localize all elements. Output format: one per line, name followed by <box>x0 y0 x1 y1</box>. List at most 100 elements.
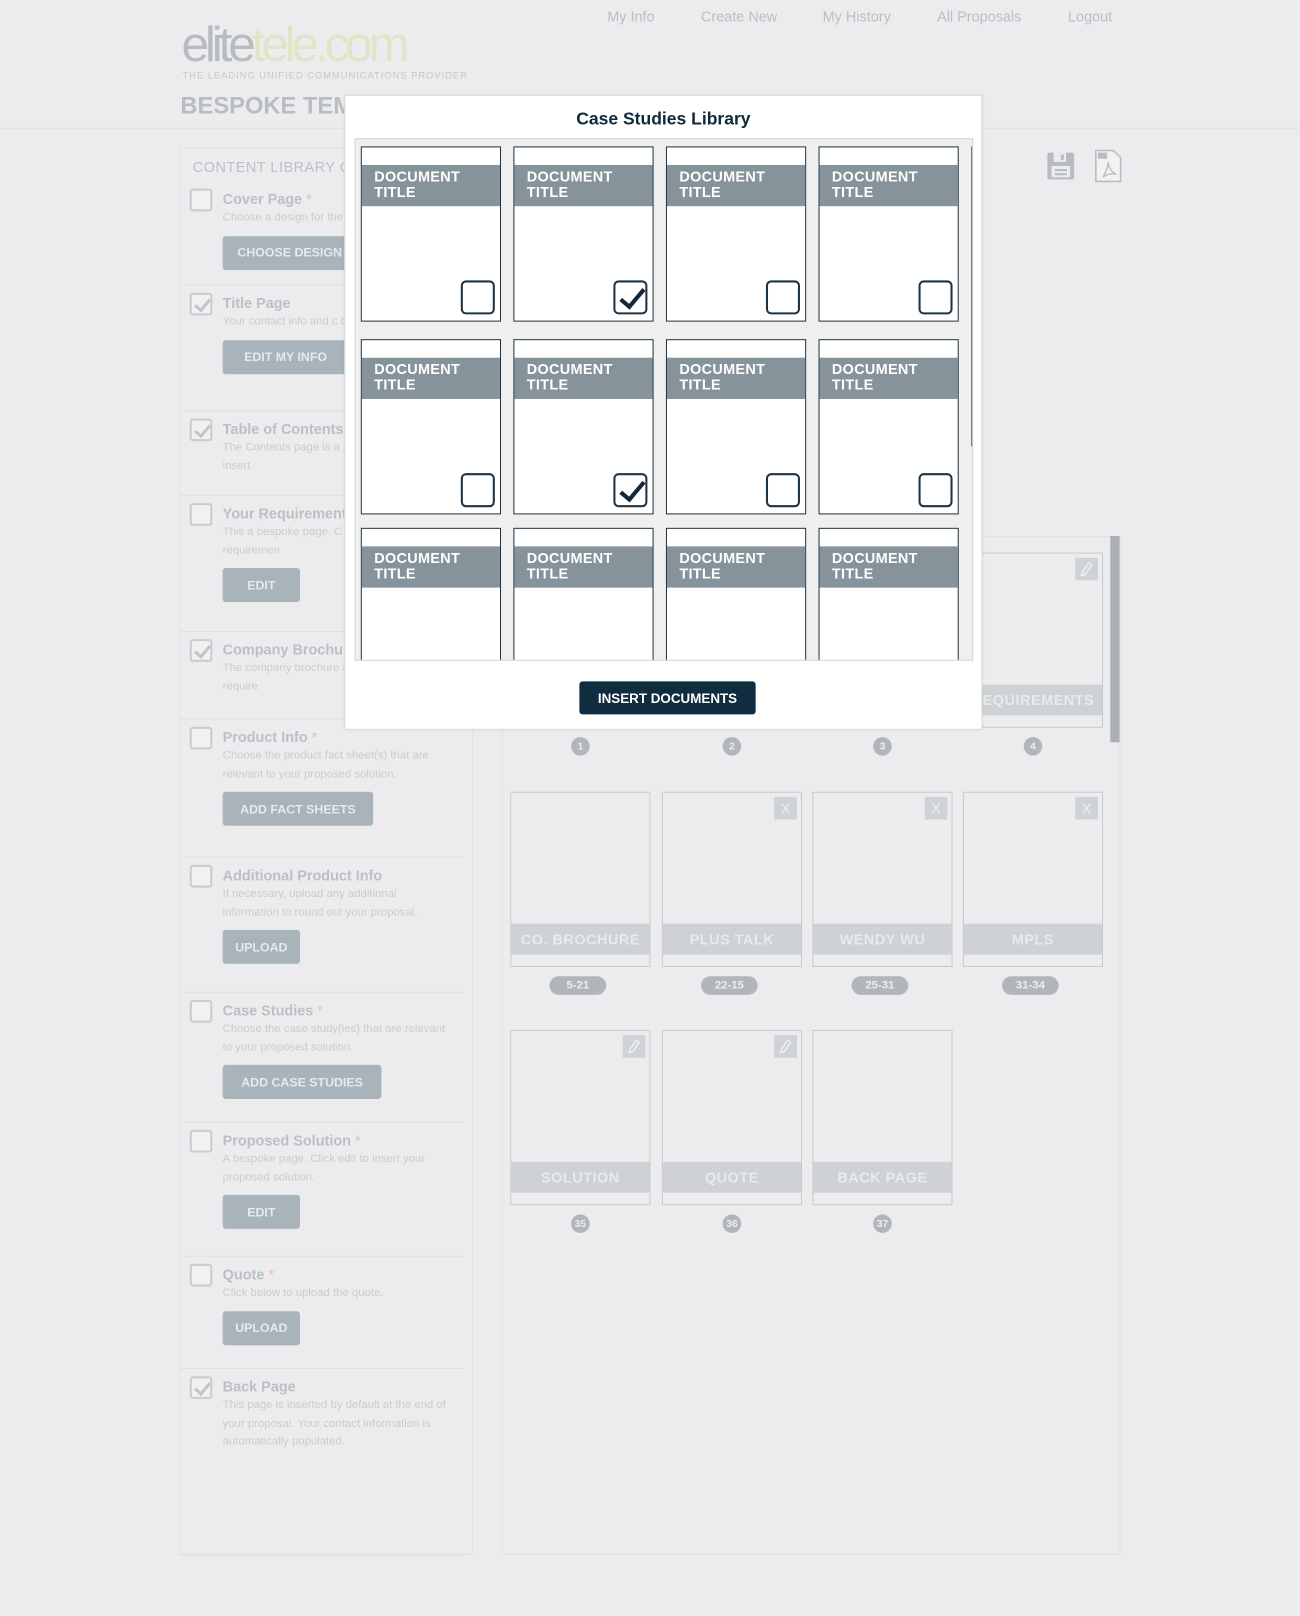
document-checkbox[interactable] <box>460 473 495 508</box>
section-title: Back Page <box>223 1378 296 1394</box>
modal-title: Case Studies Library <box>576 109 751 129</box>
page: My Info Create New My History All Propos… <box>0 0 1300 1616</box>
page-thumbnail[interactable]: BACK PAGE <box>812 1029 953 1206</box>
document-card[interactable]: DOCUMENT TITLE <box>360 146 502 322</box>
section-checkbox[interactable] <box>189 999 213 1023</box>
section-button[interactable]: EDIT MY INFO <box>222 339 349 374</box>
document-checkbox[interactable] <box>918 473 953 508</box>
section-checkbox[interactable] <box>189 1376 213 1399</box>
layout-scrollbar[interactable] <box>1110 536 1120 743</box>
modal-scrollbar[interactable] <box>971 146 973 447</box>
document-card[interactable]: DOCUMENT TITLE <box>513 339 654 515</box>
document-card[interactable]: DOCUMENT TITLE <box>818 339 959 515</box>
document-checkbox[interactable] <box>918 280 953 315</box>
section-title-text: Additional Product Info <box>222 866 383 884</box>
section-title-text: Case Studies <box>222 1002 314 1019</box>
nav-my-history[interactable]: My History <box>823 8 891 24</box>
logo: elitetele.com <box>181 16 409 73</box>
section-button[interactable]: UPLOAD <box>222 929 300 964</box>
edit-pencil-icon[interactable] <box>774 1035 797 1058</box>
section-title-text: Table of Contents <box>222 420 344 438</box>
document-card[interactable]: DOCUMENT TITLE <box>360 339 502 515</box>
section-button[interactable]: ADD CASE STUDIES <box>222 1064 382 1099</box>
document-checkbox[interactable] <box>613 473 648 508</box>
section-title-text: Quote <box>222 1265 265 1283</box>
document-card[interactable]: DOCUMENT TITLE <box>665 527 807 660</box>
document-card[interactable]: DOCUMENT TITLE <box>360 527 502 660</box>
page-thumbnail[interactable]: MPLS X <box>962 791 1104 967</box>
edit-pencil-icon[interactable] <box>1075 557 1098 581</box>
page-thumbnail-label: SOLUTION <box>511 1161 650 1193</box>
logo-tagline: THE LEADING UNIFIED COMMUNICATIONS PROVI… <box>182 70 468 81</box>
section-checkbox[interactable] <box>189 292 213 316</box>
section-button[interactable]: UPLOAD <box>222 1310 300 1345</box>
page-thumbnail-label: REQUIREMENTS <box>963 684 1103 716</box>
page-range: 31-34 <box>1002 976 1059 995</box>
document-card[interactable]: DOCUMENT TITLE <box>665 146 807 322</box>
section-title-text: Cover Page <box>222 190 303 208</box>
nav-all-proposals[interactable]: All Proposals <box>937 8 1021 24</box>
remove-page-button[interactable]: X <box>774 796 797 820</box>
section-button[interactable]: CHOOSE DESIGN <box>222 235 357 270</box>
page-thumbnail[interactable]: CO. BROCHURE <box>510 791 651 967</box>
document-card[interactable]: DOCUMENT TITLE <box>665 339 807 515</box>
document-checkbox[interactable] <box>765 473 800 508</box>
required-marker: * <box>302 190 312 208</box>
library-section: Case Studies * Choose the case study(ies)… <box>180 993 464 1123</box>
section-description: This page is inserted by default at the … <box>222 1398 446 1448</box>
page-thumbnail[interactable]: QUOTE <box>661 1029 803 1206</box>
document-card[interactable]: DOCUMENT TITLE <box>513 146 654 322</box>
required-marker: * <box>264 1265 275 1283</box>
section-title: Cover Page * <box>223 191 312 207</box>
page-range: 25-31 <box>851 976 909 995</box>
nav-create-new[interactable]: Create New <box>701 8 777 24</box>
page-number: 36 <box>722 1214 742 1233</box>
section-checkbox[interactable] <box>189 418 213 442</box>
section-checkbox[interactable] <box>189 1129 213 1153</box>
page-thumbnail[interactable]: PLUS TALK X <box>661 791 803 967</box>
floppy-disk-icon[interactable] <box>1046 152 1075 186</box>
nav-logout[interactable]: Logout <box>1068 8 1112 24</box>
document-title: DOCUMENT TITLE <box>361 164 500 207</box>
document-grid: DOCUMENT TITLE DOCUMENT TITLE DOCUMENT TIT… <box>354 138 974 661</box>
section-checkbox[interactable] <box>189 864 213 888</box>
page-thumbnail[interactable]: SOLUTION <box>510 1029 651 1206</box>
document-checkbox[interactable] <box>765 280 800 315</box>
logo-part1: elite <box>181 17 255 73</box>
section-button[interactable]: EDIT <box>222 1194 300 1229</box>
insert-documents-button[interactable]: INSERT DOCUMENTS <box>579 681 756 715</box>
library-section: Additional Product Info If necessary, upl… <box>180 858 464 993</box>
page-thumbnail[interactable]: WENDY WU X <box>812 791 953 967</box>
section-title: Your Requirement <box>223 505 347 521</box>
page-thumbnail-label: MPLS <box>963 923 1103 955</box>
nav-my-info[interactable]: My Info <box>607 8 654 24</box>
remove-page-button[interactable]: X <box>1075 796 1098 820</box>
section-title-text: Proposed Solution <box>222 1131 351 1149</box>
section-title: Case Studies * <box>223 1002 323 1018</box>
section-button[interactable]: ADD FACT SHEETS <box>222 791 374 826</box>
document-title: DOCUMENT TITLE <box>514 546 653 588</box>
document-card[interactable]: DOCUMENT TITLE <box>818 146 959 322</box>
pdf-icon[interactable] <box>1095 149 1122 187</box>
document-title: DOCUMENT TITLE <box>666 546 806 588</box>
page-number: 4 <box>1023 737 1043 756</box>
document-card[interactable]: DOCUMENT TITLE <box>513 527 654 660</box>
section-title-text: Title Page <box>222 294 291 312</box>
required-marker: * <box>307 728 318 746</box>
section-title: Additional Product Info <box>223 867 383 883</box>
document-checkbox[interactable] <box>460 280 495 315</box>
section-checkbox[interactable] <box>189 188 213 212</box>
page-number: 37 <box>873 1214 892 1233</box>
section-checkbox[interactable] <box>189 639 213 662</box>
section-button[interactable]: EDIT <box>222 568 300 603</box>
section-checkbox[interactable] <box>189 1263 213 1287</box>
section-checkbox[interactable] <box>189 726 213 750</box>
section-title-text: Back Page <box>222 1378 296 1395</box>
document-card[interactable]: DOCUMENT TITLE <box>818 527 959 660</box>
page-thumbnail[interactable]: REQUIREMENTS <box>962 552 1104 728</box>
section-checkbox[interactable] <box>189 503 213 526</box>
document-title: DOCUMENT TITLE <box>819 164 958 207</box>
edit-pencil-icon[interactable] <box>622 1035 646 1058</box>
remove-page-button[interactable]: X <box>924 796 948 820</box>
document-checkbox[interactable] <box>613 280 648 315</box>
